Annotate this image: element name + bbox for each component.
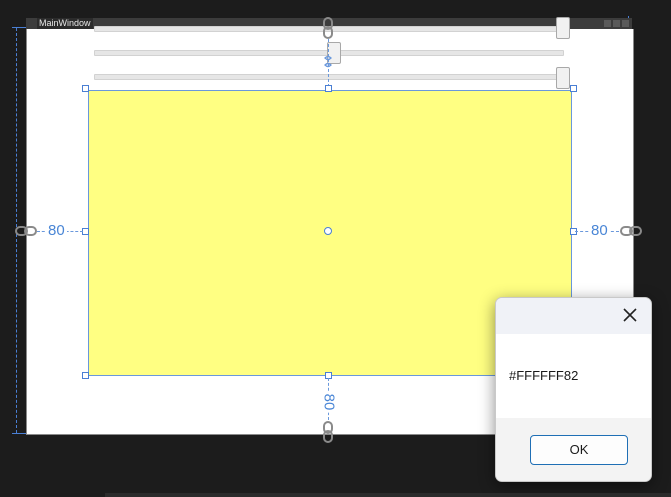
right-margin-value[interactable]: 80	[589, 223, 610, 239]
close-icon[interactable]	[619, 304, 641, 326]
resize-handle-bottom-left[interactable]	[82, 372, 89, 379]
slider-3-track[interactable]	[94, 74, 564, 80]
ok-button[interactable]: OK	[530, 435, 628, 465]
maximize-button[interactable]	[613, 20, 620, 27]
slider-1-thumb[interactable]	[556, 17, 570, 39]
dialog-body: #FFFFFF82	[496, 334, 651, 418]
message-dialog: #FFFFFF82 OK	[495, 297, 652, 482]
bottom-margin-value[interactable]: 80	[320, 391, 337, 413]
left-link-chain-icon[interactable]	[15, 225, 37, 237]
top-link-chain-icon[interactable]	[322, 17, 334, 39]
rotation-center-handle[interactable]	[324, 227, 332, 235]
designer-stage: MainWindow 80 80 80 #FFFFFF82 OK	[0, 0, 671, 497]
designer-guide-bottom	[12, 433, 26, 434]
resize-handle-left[interactable]	[82, 228, 89, 235]
right-link-chain-icon[interactable]	[620, 225, 642, 237]
window-title: MainWindow	[37, 18, 93, 29]
top-margin-glyph-icon	[324, 55, 332, 68]
designer-guide-top	[12, 27, 26, 28]
resize-handle-top-left[interactable]	[82, 85, 89, 92]
slider-3-thumb[interactable]	[556, 67, 570, 89]
bottom-link-chain-icon[interactable]	[322, 421, 334, 443]
taskbar-strip	[105, 493, 671, 497]
resize-handle-top[interactable]	[325, 85, 332, 92]
dialog-message: #FFFFFF82	[509, 368, 579, 383]
resize-handle-top-right[interactable]	[570, 85, 577, 92]
minimize-button[interactable]	[604, 20, 611, 27]
dialog-header	[496, 298, 651, 334]
left-margin-value[interactable]: 80	[46, 223, 67, 239]
dialog-footer: OK	[496, 418, 651, 481]
close-window-button[interactable]	[622, 20, 629, 27]
